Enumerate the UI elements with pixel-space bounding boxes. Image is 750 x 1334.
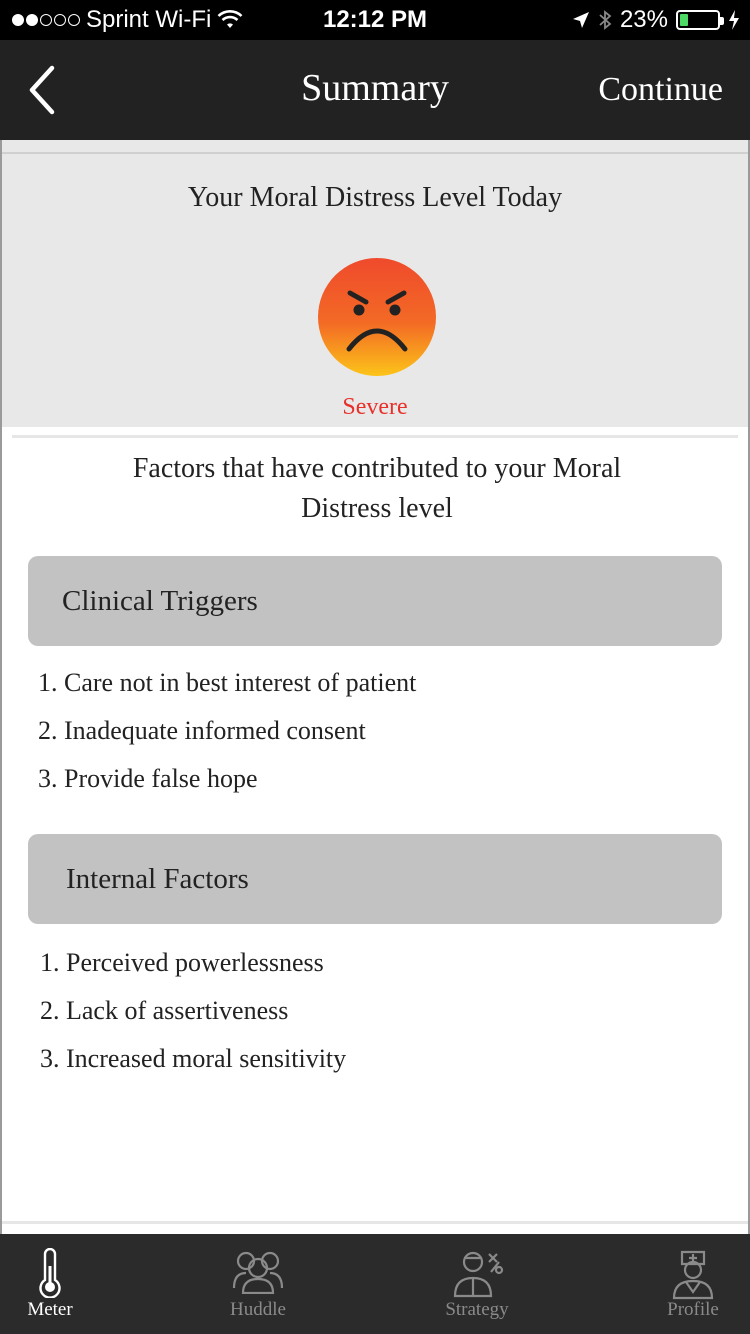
tab-strategy[interactable]: Strategy	[402, 1234, 552, 1334]
nurse-profile-icon	[672, 1250, 714, 1300]
factors-heading-line-1: Factors that have contributed to your Mo…	[132, 453, 622, 484]
navigation-bar: Summary Continue	[0, 40, 750, 140]
strategy-person-icon	[453, 1251, 504, 1298]
tab-bar: Meter Huddle Strategy Profile	[0, 1234, 750, 1334]
list-item: 2. Inadequate informed consent	[38, 716, 366, 745]
battery-level-fill	[680, 14, 688, 26]
bluetooth-icon	[599, 10, 612, 30]
section-header-clinical-triggers[interactable]: Clinical Triggers	[28, 556, 722, 646]
location-arrow-icon	[572, 12, 589, 28]
factors-heading-line-2: Distress level	[301, 493, 453, 524]
section-title: Clinical Triggers	[62, 585, 258, 617]
list-item: 2. Lack of assertiveness	[40, 996, 289, 1025]
tab-huddle[interactable]: Huddle	[183, 1234, 333, 1334]
tab-label: Strategy	[445, 1299, 509, 1320]
status-bar: Sprint Wi-Fi 12:12 PM 23%	[0, 0, 750, 40]
tab-label: Meter	[27, 1299, 73, 1320]
distress-level-heading: Your Moral Distress Level Today	[187, 182, 563, 213]
status-right: 23%	[572, 6, 740, 34]
factors-heading: Factors that have contributed to your Mo…	[102, 449, 652, 529]
list-item: 1. Perceived powerlessness	[40, 948, 324, 977]
tab-meter[interactable]: Meter	[0, 1234, 125, 1334]
battery-icon	[676, 10, 724, 30]
battery-percent: 23%	[619, 6, 668, 33]
continue-button[interactable]: Continue	[598, 71, 723, 109]
section-header-internal-factors[interactable]: Internal Factors	[28, 834, 722, 924]
angry-face-icon	[318, 258, 436, 376]
list-item: 3. Increased moral sensitivity	[40, 1044, 347, 1073]
tab-label: Profile	[667, 1299, 719, 1320]
clinical-triggers-list: 1. Care not in best interest of patient …	[38, 666, 416, 810]
distress-summary-panel: Your Moral Distress Level Today Severe	[0, 140, 750, 427]
internal-factors-list: 1. Perceived powerlessness 2. Lack of as…	[40, 946, 346, 1090]
section-title: Internal Factors	[66, 863, 249, 895]
thermometer-icon	[39, 1248, 61, 1298]
distress-level-label: Severe	[342, 394, 408, 420]
group-icon	[232, 1251, 284, 1294]
list-item: 1. Care not in best interest of patient	[38, 668, 417, 697]
charging-bolt-icon	[729, 10, 739, 30]
tab-label: Huddle	[230, 1299, 286, 1320]
tab-profile[interactable]: Profile	[618, 1234, 750, 1334]
factors-content: Factors that have contributed to your Mo…	[0, 427, 750, 1234]
list-item: 3. Provide false hope	[38, 764, 258, 793]
